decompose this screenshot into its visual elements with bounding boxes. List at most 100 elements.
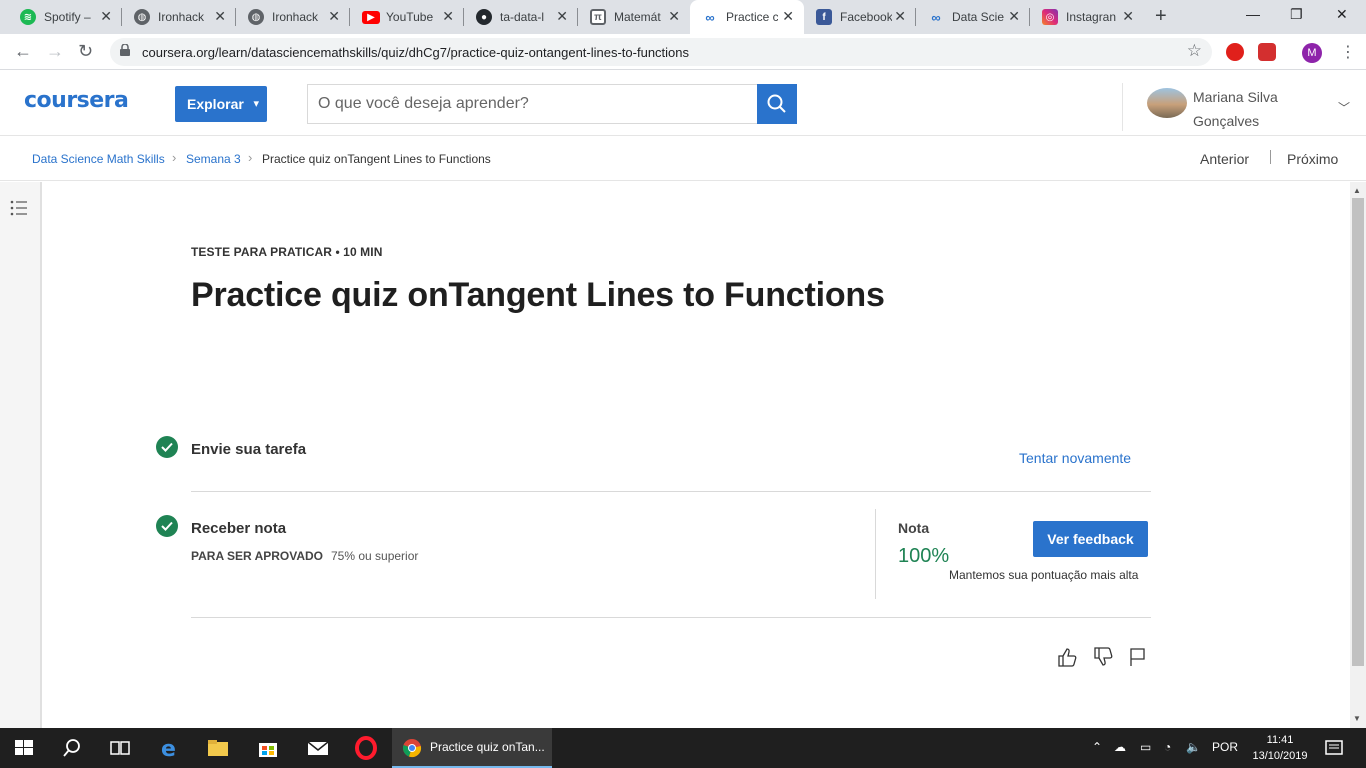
- close-icon[interactable]: ✕: [1122, 8, 1134, 25]
- explore-button[interactable]: Explorar ▾: [175, 86, 267, 122]
- chrome-icon: [402, 739, 422, 758]
- course-outline-rail: [0, 182, 42, 728]
- mail-icon[interactable]: [306, 736, 330, 760]
- flag-icon[interactable]: [1127, 646, 1149, 668]
- close-icon[interactable]: ✕: [442, 8, 454, 25]
- wifi-icon[interactable]: ◔: [1164, 740, 1171, 754]
- close-window-icon[interactable]: ✕: [1336, 6, 1348, 23]
- doc-icon: π: [590, 9, 606, 25]
- youtube-icon: ▶: [362, 11, 380, 24]
- view-feedback-button[interactable]: Ver feedback: [1033, 521, 1148, 557]
- coursera-icon: ∞: [931, 9, 941, 25]
- tab-youtube[interactable]: ▶ YouTube ✕: [350, 0, 464, 34]
- bookmark-star-icon[interactable]: ☆: [1187, 41, 1202, 61]
- chevron-down-icon: ▾: [253, 98, 259, 110]
- notifications-icon[interactable]: [1322, 736, 1346, 760]
- windows-start-icon[interactable]: [12, 736, 36, 760]
- retry-link[interactable]: Tentar novamente: [1019, 450, 1131, 466]
- user-avatar[interactable]: [1147, 88, 1187, 118]
- taskbar-chrome-app[interactable]: Practice quiz onTan...: [392, 728, 552, 768]
- opera-extension-icon[interactable]: [1226, 43, 1244, 61]
- close-icon[interactable]: ✕: [556, 8, 568, 25]
- search-input[interactable]: O que você deseja aprender?: [307, 84, 757, 124]
- url-text: coursera.org/learn/datasciencemathskills…: [142, 45, 690, 60]
- chevron-right-icon: ›: [248, 150, 253, 165]
- close-icon[interactable]: ✕: [1008, 8, 1020, 25]
- tab-facebook[interactable]: f Facebook ✕: [804, 0, 916, 34]
- coursera-icon: ∞: [705, 9, 715, 25]
- thumbs-down-icon[interactable]: [1092, 646, 1114, 668]
- battery-icon[interactable]: ▭: [1140, 740, 1151, 754]
- reload-icon[interactable]: ↻: [78, 41, 93, 62]
- close-icon[interactable]: ✕: [894, 8, 906, 25]
- close-icon[interactable]: ✕: [214, 8, 226, 25]
- opera-icon[interactable]: [354, 736, 378, 760]
- close-icon[interactable]: ✕: [782, 8, 794, 25]
- check-circle-icon: [156, 436, 178, 458]
- tab-github[interactable]: ● ta-data-l ✕: [464, 0, 578, 34]
- spotify-icon: ≋: [20, 9, 36, 25]
- list-icon[interactable]: [10, 200, 28, 216]
- volume-icon[interactable]: 🔈: [1186, 740, 1201, 754]
- windows-taskbar: e Practice quiz onTan... ⌃ ☁ ▭ ◔ 🔈 POR 1…: [0, 728, 1366, 768]
- tab-instagram[interactable]: ◎ Instagran ✕: [1030, 0, 1144, 34]
- quiz-eyebrow: TESTE PARA PRATICAR • 10 MIN: [191, 245, 383, 259]
- chevron-up-icon[interactable]: ⌃: [1092, 740, 1102, 754]
- store-icon[interactable]: [256, 736, 280, 760]
- restore-icon[interactable]: ❐: [1290, 6, 1303, 23]
- scroll-up-icon[interactable]: ▲: [1353, 186, 1361, 195]
- search-button[interactable]: [757, 84, 797, 124]
- close-icon[interactable]: ✕: [328, 8, 340, 25]
- grade-note: Mantemos sua pontuação mais alta: [949, 568, 1139, 582]
- pass-requirement-value: 75% ou superior: [331, 549, 419, 563]
- scroll-down-icon[interactable]: ▼: [1353, 714, 1361, 723]
- breadcrumb: Data Science Math Skills › Semana 3 › Pr…: [0, 137, 1366, 181]
- file-explorer-icon[interactable]: [206, 736, 230, 760]
- cloud-icon[interactable]: ☁: [1114, 740, 1126, 754]
- coursera-logo[interactable]: coursera: [24, 88, 129, 113]
- chevron-down-icon[interactable]: ﹀: [1338, 99, 1350, 116]
- new-tab-icon[interactable]: +: [1155, 5, 1167, 28]
- globe-icon: ◍: [248, 9, 264, 25]
- system-clock[interactable]: 11:41 13/10/2019: [1250, 732, 1310, 764]
- media-extension-icon[interactable]: [1258, 43, 1276, 61]
- omnibox[interactable]: coursera.org/learn/datasciencemathskills…: [110, 38, 1212, 66]
- scrollbar[interactable]: ▲ ▼: [1350, 182, 1366, 728]
- forward-icon[interactable]: →: [46, 41, 64, 62]
- user-name[interactable]: Mariana Silva Gonçalves: [1193, 85, 1293, 133]
- close-icon[interactable]: ✕: [100, 8, 112, 25]
- previous-link[interactable]: Anterior: [1200, 151, 1249, 167]
- next-link[interactable]: Próximo: [1287, 151, 1338, 167]
- breadcrumb-course[interactable]: Data Science Math Skills: [32, 152, 165, 166]
- profile-avatar[interactable]: M: [1302, 43, 1322, 63]
- language-indicator[interactable]: POR: [1212, 740, 1238, 754]
- close-icon[interactable]: ✕: [668, 8, 680, 25]
- grade-label: Nota: [898, 520, 930, 536]
- site-header: coursera Explorar ▾ O que você deseja ap…: [0, 71, 1366, 136]
- tab-data-science[interactable]: ∞ Data Scie ✕: [916, 0, 1030, 34]
- minimize-icon[interactable]: —: [1246, 6, 1260, 22]
- edge-icon[interactable]: e: [158, 736, 182, 760]
- scrollbar-thumb[interactable]: [1352, 198, 1364, 666]
- step-submit-title: Envie sua tarefa: [191, 441, 307, 458]
- globe-icon: ◍: [134, 9, 150, 25]
- divider-vertical: [875, 509, 876, 599]
- tab-spotify[interactable]: ≋ Spotify – ✕: [0, 0, 122, 34]
- tab-matematica[interactable]: π Matemát ✕: [578, 0, 690, 34]
- tab-ironhack-2[interactable]: ◍ Ironhack ✕: [236, 0, 350, 34]
- breadcrumb-week[interactable]: Semana 3: [186, 152, 241, 166]
- search-icon[interactable]: [60, 736, 84, 760]
- task-view-icon[interactable]: [108, 736, 132, 760]
- svg-text:e: e: [161, 737, 176, 760]
- address-bar-row: ← → ↻ coursera.org/learn/datasciencemath…: [0, 34, 1366, 70]
- instagram-icon: ◎: [1042, 9, 1058, 25]
- grade-value: 100%: [898, 545, 950, 567]
- breadcrumb-current: Practice quiz onTangent Lines to Functio…: [262, 152, 491, 166]
- tab-practice-quiz[interactable]: ∞ Practice c ✕: [690, 0, 804, 34]
- browser-menu-icon[interactable]: ⋮: [1340, 42, 1356, 62]
- pass-requirement-label: PARA SER APROVADO: [191, 549, 324, 563]
- tab-ironhack-1[interactable]: ◍ Ironhack ✕: [122, 0, 236, 34]
- thumbs-up-icon[interactable]: [1056, 646, 1078, 668]
- facebook-icon: f: [816, 9, 832, 25]
- back-icon[interactable]: ←: [14, 41, 32, 62]
